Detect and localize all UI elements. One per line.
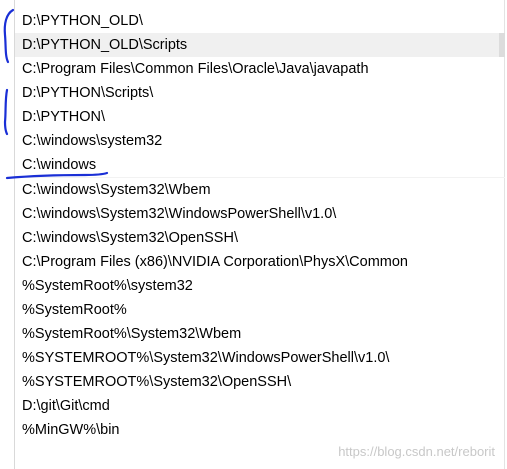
list-item[interactable]: D:\PYTHON_OLD\ (15, 9, 505, 33)
list-item[interactable]: C:\Program Files\Common Files\Oracle\Jav… (15, 57, 505, 81)
annotation-bracket-middle (3, 88, 9, 136)
list-item[interactable]: D:\git\Git\cmd (15, 394, 505, 418)
list-item[interactable]: C:\windows (15, 153, 505, 177)
list-item[interactable]: C:\windows\system32 (15, 129, 505, 153)
list-item[interactable]: D:\PYTHON\ (15, 105, 505, 129)
list-item[interactable]: %SYSTEMROOT%\System32\OpenSSH\ (15, 370, 505, 394)
list-item[interactable]: %SYSTEMROOT%\System32\WindowsPowerShell\… (15, 346, 505, 370)
list-item[interactable]: C:\Program Files (x86)\NVIDIA Corporatio… (15, 250, 505, 274)
path-list-window: D:\PYTHON_OLD\ D:\PYTHON_OLD\Scripts C:\… (0, 0, 507, 469)
watermark-text: https://blog.csdn.net/reborit (338, 444, 495, 459)
list-item[interactable]: %SystemRoot%\System32\Wbem (15, 322, 505, 346)
list-item[interactable]: C:\windows\System32\Wbem (15, 177, 505, 202)
list-item[interactable]: %SystemRoot% (15, 298, 505, 322)
list-item[interactable]: D:\PYTHON\Scripts\ (15, 81, 505, 105)
list-item[interactable]: %MinGW%\bin (15, 418, 505, 442)
annotation-bracket-top (3, 8, 15, 64)
path-list[interactable]: D:\PYTHON_OLD\ D:\PYTHON_OLD\Scripts C:\… (15, 9, 505, 442)
list-item-selected[interactable]: D:\PYTHON_OLD\Scripts (15, 33, 505, 57)
list-item[interactable]: %SystemRoot%\system32 (15, 274, 505, 298)
list-item[interactable]: C:\windows\System32\WindowsPowerShell\v1… (15, 202, 505, 226)
list-item[interactable]: C:\windows\System32\OpenSSH\ (15, 226, 505, 250)
